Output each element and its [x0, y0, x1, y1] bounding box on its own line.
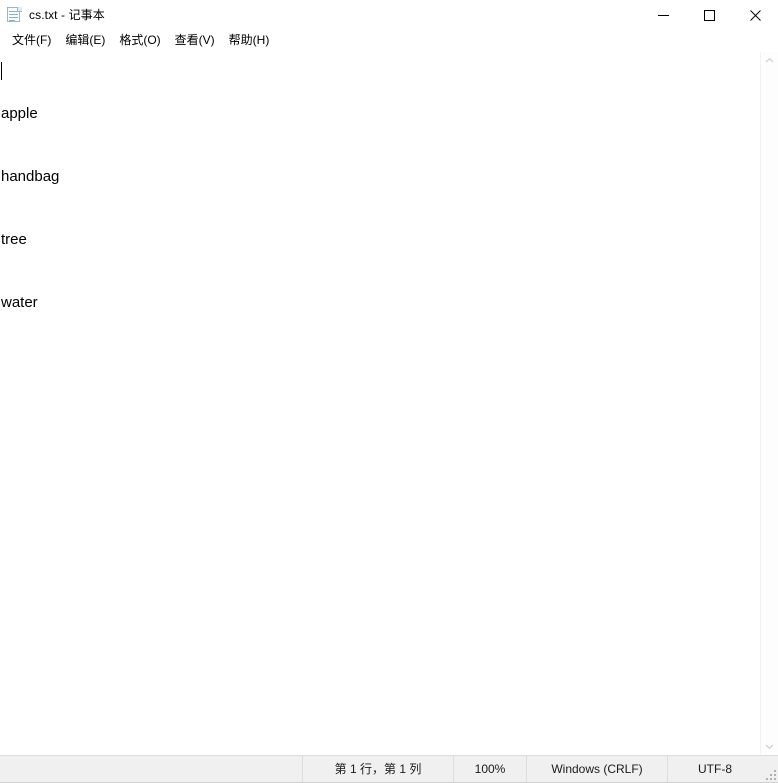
text-line: apple	[1, 105, 38, 122]
scroll-down-button[interactable]	[761, 738, 778, 755]
menu-help[interactable]: 帮助(H)	[222, 31, 277, 50]
editor-area: apple handbag tree water	[0, 51, 778, 755]
chevron-up-icon	[765, 57, 774, 63]
status-bar: 第 1 行，第 1 列 100% Windows (CRLF) UTF-8	[0, 755, 778, 783]
minimize-button[interactable]	[640, 0, 686, 30]
status-encoding[interactable]: UTF-8	[668, 756, 778, 782]
menu-file[interactable]: 文件(F)	[5, 31, 58, 50]
status-bar-spacer	[0, 756, 303, 782]
scrollbar-track[interactable]	[761, 69, 778, 738]
menu-view[interactable]: 查看(V)	[168, 31, 222, 50]
maximize-button[interactable]	[686, 0, 732, 30]
status-zoom-level[interactable]: 100%	[454, 756, 527, 782]
menu-bar: 文件(F) 编辑(E) 格式(O) 查看(V) 帮助(H)	[0, 30, 778, 51]
menu-format[interactable]: 格式(O)	[112, 31, 167, 50]
notepad-document-icon	[6, 7, 22, 23]
scroll-up-button[interactable]	[761, 52, 778, 69]
text-editor[interactable]: apple handbag tree water	[0, 52, 760, 755]
menu-edit[interactable]: 编辑(E)	[58, 31, 112, 50]
text-content: apple handbag tree water	[1, 61, 760, 355]
text-line: water	[1, 294, 38, 311]
title-bar-left: cs.txt - 记事本	[0, 0, 105, 30]
chevron-down-icon	[765, 744, 774, 750]
status-line-ending[interactable]: Windows (CRLF)	[527, 756, 668, 782]
notepad-window: cs.txt - 记事本 文件(F) 编辑(E) 格式(O) 查看(V) 帮助(…	[0, 0, 778, 783]
text-line: handbag	[1, 168, 60, 185]
window-controls	[640, 0, 778, 30]
vertical-scrollbar[interactable]	[760, 52, 778, 755]
window-title: cs.txt - 记事本	[29, 8, 105, 22]
title-bar: cs.txt - 记事本	[0, 0, 778, 30]
text-line: tree	[1, 231, 27, 248]
close-button[interactable]	[732, 0, 778, 30]
status-cursor-position: 第 1 行，第 1 列	[303, 756, 454, 782]
